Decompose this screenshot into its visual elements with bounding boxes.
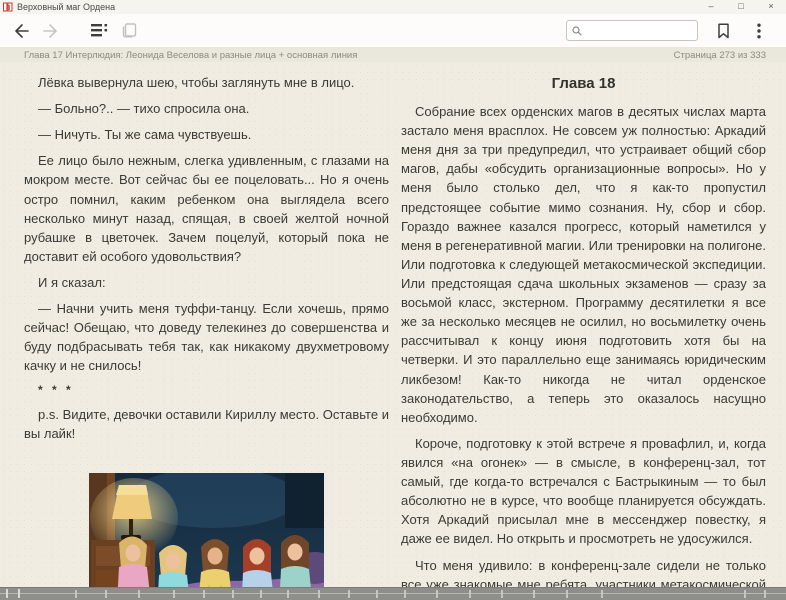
ebook-reader-window: Верховный маг Ордена – □ × (0, 0, 786, 600)
search-box[interactable] (566, 20, 698, 41)
pages-button[interactable] (116, 19, 142, 43)
arrow-left-icon (13, 24, 29, 38)
menu-button[interactable] (746, 19, 772, 43)
pages-copy-icon (121, 23, 137, 38)
left-page: Лёвка вывернула шею, чтобы заглянуть мне… (24, 73, 389, 587)
left-page-paragraphs: Лёвка вывернула шею, чтобы заглянуть мне… (24, 73, 389, 376)
title-bar: Верховный маг Ордена – □ × (0, 0, 786, 14)
close-button[interactable]: × (756, 0, 786, 14)
forward-button[interactable] (38, 19, 64, 43)
right-page-paragraphs: Собрание всех орденских магов в десятых … (401, 102, 766, 587)
paragraph: Собрание всех орденских магов в десятых … (401, 102, 766, 427)
paragraph: Лёвка вывернула шею, чтобы заглянуть мне… (24, 73, 389, 92)
maximize-button[interactable]: □ (726, 0, 756, 14)
search-icon (572, 26, 582, 36)
scene-separator: * * * (24, 383, 389, 397)
search-input[interactable] (586, 24, 692, 37)
paragraph: Что меня удивило: в конференц-зале сидел… (401, 556, 766, 587)
chapter-heading: Глава 18 (401, 75, 766, 92)
paragraph: Ее лицо было нежным, слегка удивленным, … (24, 151, 389, 266)
right-page: Глава 18 Собрание всех орденских магов в… (401, 73, 766, 587)
kebab-menu-icon (757, 23, 761, 39)
window-title: Верховный маг Ордена (17, 2, 115, 12)
back-button[interactable] (8, 19, 34, 43)
progress-slider[interactable] (0, 587, 786, 600)
app-book-icon (3, 2, 13, 12)
page-indicator: Страница 273 из 333 (674, 50, 766, 61)
info-bar: Глава 17 Интерлюдия: Леонида Веселова и … (0, 48, 786, 62)
illustration-image (89, 473, 324, 587)
reading-area[interactable]: Лёвка вывернула шею, чтобы заглянуть мне… (0, 62, 786, 587)
paragraph: Короче, подготовку к этой встрече я пров… (401, 434, 766, 549)
progress-thumb[interactable] (6, 589, 20, 598)
bookmark-icon (717, 23, 730, 39)
minimize-button[interactable]: – (696, 0, 726, 14)
paragraph: — Начни учить меня туффи-танцу. Если хоч… (24, 299, 389, 375)
table-of-contents-button[interactable] (86, 19, 112, 43)
current-chapter-label: Глава 17 Интерлюдия: Леонида Веселова и … (24, 50, 357, 61)
contents-list-icon (91, 24, 108, 37)
paragraph: — Больно?.. — тихо спросила она. (24, 99, 389, 118)
toolbar (0, 14, 786, 48)
paragraph: — Ничуть. Ты же сама чувствуешь. (24, 125, 389, 144)
paragraph: И я сказал: (24, 273, 389, 292)
bookmark-button[interactable] (710, 19, 736, 43)
window-controls: – □ × (696, 0, 786, 14)
postscript-paragraph: p.s. Видите, девочки оставили Кириллу ме… (24, 405, 389, 443)
arrow-right-icon (43, 24, 59, 38)
